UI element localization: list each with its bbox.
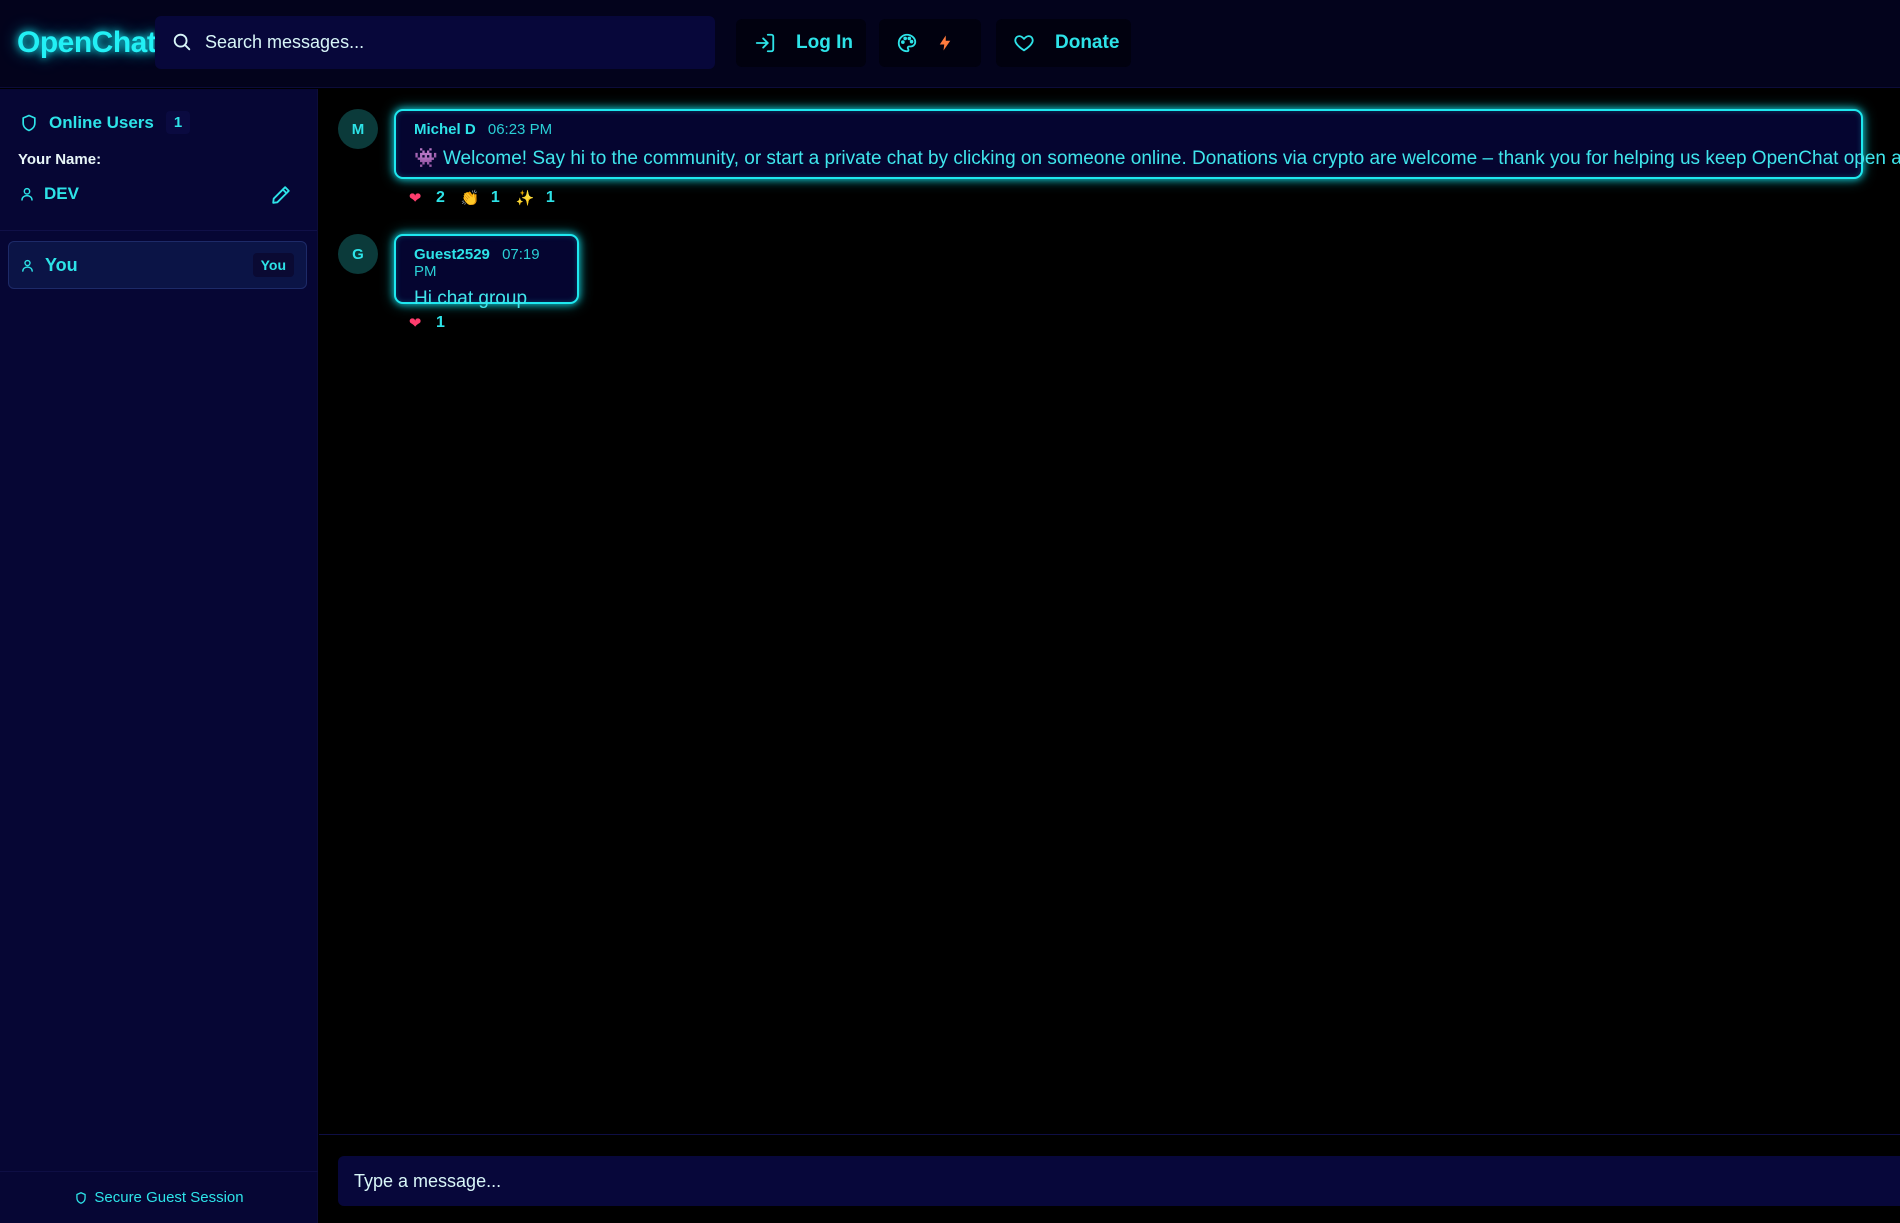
donate-button[interactable]: Donate <box>996 19 1131 67</box>
message-bubble: Michel D 06:23 PM 👾 Welcome! Say hi to t… <box>394 109 1900 179</box>
edit-name-icon[interactable] <box>270 184 292 206</box>
online-count-badge: 1 <box>165 111 191 134</box>
avatar[interactable]: M <box>338 109 378 149</box>
login-button[interactable]: Log In <box>736 19 866 67</box>
reaction-clap[interactable]: 👏 1 <box>461 189 500 207</box>
secure-session-label: Secure Guest Session <box>94 1189 244 1206</box>
message-time: 06:23 PM <box>487 121 553 138</box>
reaction-heart[interactable]: ❤ 1 <box>406 314 445 332</box>
sidebar-item-you[interactable]: You You <box>8 241 307 289</box>
user-icon <box>21 187 33 201</box>
message-author[interactable]: Michel D <box>414 121 476 138</box>
reaction-count: 1 <box>436 314 445 331</box>
app-logo[interactable]: OpenChat <box>17 26 157 60</box>
your-name-label: Your Name: <box>18 151 102 168</box>
message-bubble: Guest2529 07:19 PM Hi chat group <box>394 234 579 309</box>
search-box[interactable] <box>155 16 715 69</box>
you-badge: You <box>252 253 294 277</box>
sidebar-header: Online Users 1 Your Name: DEV <box>0 89 317 231</box>
shield-icon <box>22 114 36 131</box>
search-icon <box>173 33 191 51</box>
message-author[interactable]: Guest2529 <box>414 246 490 263</box>
bolt-icon <box>939 35 951 51</box>
user-icon <box>22 259 33 272</box>
message-list: M Michel D 06:23 PM 👾 Welcome! Say hi to… <box>319 89 1900 1134</box>
search-input[interactable] <box>205 16 705 69</box>
sparkles-icon: ✨ <box>515 190 535 207</box>
message-body: Welcome! Say hi to the community, or sta… <box>442 148 1900 169</box>
message-text: 👾 Welcome! Say hi to the community, or s… <box>414 146 1900 170</box>
theme-button[interactable] <box>879 19 981 67</box>
reaction-sparkles[interactable]: ✨ 1 <box>515 189 555 207</box>
donate-label: Donate <box>1055 32 1120 53</box>
online-users-header: Online Users 1 <box>19 111 191 134</box>
reaction-heart[interactable]: ❤ 2 <box>406 189 445 207</box>
message-body: Hi chat group <box>414 288 528 309</box>
online-users-label: Online Users <box>49 112 154 132</box>
reaction-count: 1 <box>490 189 500 206</box>
current-name: DEV <box>19 184 79 204</box>
sidebar: Online Users 1 Your Name: DEV You You Se… <box>0 89 318 1223</box>
reaction-list: ❤ 1 <box>406 314 461 332</box>
top-bar: OpenChat Log In Donate <box>0 0 1900 88</box>
heart-icon <box>1014 35 1034 52</box>
current-name-value: DEV <box>44 184 79 203</box>
alien-monster-icon: 👾 <box>414 148 438 169</box>
reaction-count: 1 <box>545 189 555 206</box>
message-meta: Guest2529 07:19 PM <box>414 246 559 280</box>
message-input[interactable] <box>338 1156 1900 1206</box>
user-item-label: You <box>45 254 78 275</box>
clapping-hands-icon: 👏 <box>460 190 480 207</box>
message-meta: Michel D 06:23 PM <box>414 121 1843 138</box>
shield-icon <box>76 1191 87 1204</box>
reaction-list: ❤ 2 👏 1 ✨ 1 <box>406 189 571 207</box>
message-composer <box>319 1134 1900 1223</box>
avatar[interactable]: G <box>338 234 378 274</box>
heart-icon: ❤ <box>408 190 422 207</box>
reaction-count: 2 <box>436 189 445 206</box>
login-label: Log In <box>796 32 853 53</box>
secure-session-footer: Secure Guest Session <box>0 1171 318 1223</box>
heart-icon: ❤ <box>408 315 422 332</box>
palette-icon <box>897 33 917 53</box>
login-icon <box>755 33 775 53</box>
